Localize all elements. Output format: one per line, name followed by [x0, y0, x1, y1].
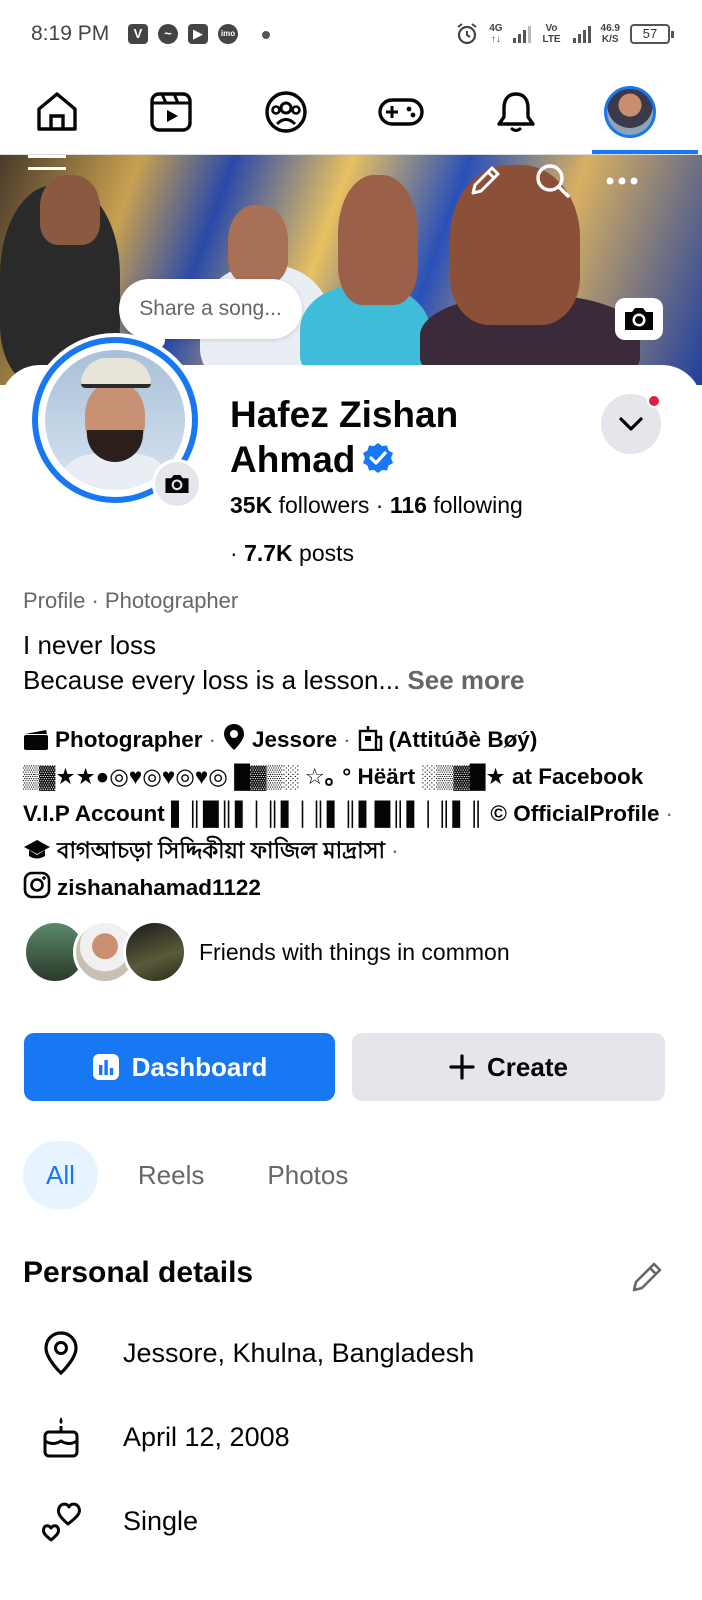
- following-count[interactable]: 116: [390, 492, 427, 518]
- detail-location: Jessore, Khulna, Bangladesh: [38, 1328, 474, 1378]
- mutual-friends[interactable]: Friends with things in common: [23, 920, 510, 984]
- verified-badge-icon: [363, 443, 394, 473]
- notification-dot-icon: [262, 31, 270, 39]
- home-icon: [37, 92, 77, 131]
- pencil-icon: [632, 1262, 662, 1292]
- intro-location: Jessore: [252, 727, 338, 752]
- intro-work: Photographer: [55, 727, 203, 752]
- camera-icon: [165, 474, 189, 494]
- detail-relationship-text: Single: [123, 1505, 199, 1536]
- followers-label[interactable]: followers: [279, 492, 370, 518]
- profile-tab[interactable]: [600, 82, 660, 142]
- cover-face-1: [40, 175, 100, 245]
- groups-icon: [265, 91, 307, 133]
- dashboard-label: Dashboard: [131, 1051, 268, 1082]
- cover-face-2: [228, 205, 288, 283]
- bio-line-2: Because every loss is a lesson... See mo…: [23, 665, 525, 695]
- following-label[interactable]: following: [433, 492, 523, 518]
- more-options-button[interactable]: [600, 159, 644, 203]
- personal-details-title: Personal details: [23, 1256, 254, 1289]
- cover-face-3: [338, 175, 418, 305]
- dashboard-icon: [92, 1054, 119, 1080]
- intro-nickname: (Attitúðè Bøý): [388, 727, 538, 752]
- intro-school: বাগআচড়া সিদ্দিকীয়া ফাজিল মাদ্রাসা: [57, 838, 386, 863]
- detail-birthday-text: April 12, 2008: [123, 1421, 290, 1452]
- groups-tab[interactable]: [256, 82, 316, 142]
- tab-photos[interactable]: Photos: [244, 1141, 371, 1209]
- building-icon: [358, 726, 382, 751]
- friends-in-common-label: Friends with things in common: [199, 938, 510, 965]
- video-icon: [150, 92, 192, 132]
- menu-icon[interactable]: [28, 155, 66, 179]
- home-tab[interactable]: [27, 82, 87, 142]
- pencil-icon: [471, 166, 500, 195]
- plus-icon: [449, 1054, 475, 1080]
- detail-relationship: Single: [38, 1496, 198, 1546]
- active-tab-indicator: [592, 150, 698, 154]
- search-icon: [536, 164, 570, 198]
- profile-stats-posts: · 7.7K posts: [230, 540, 355, 566]
- more-dots-icon: [606, 177, 638, 185]
- top-nav: [0, 70, 702, 155]
- video-tab[interactable]: [141, 82, 201, 142]
- edit-cover-button[interactable]: [463, 159, 507, 203]
- signal-icon: [512, 25, 531, 43]
- profile-bio: I never loss Because every loss is a les…: [23, 628, 683, 698]
- messenger-icon: ~: [158, 24, 178, 44]
- bell-icon: [497, 92, 535, 132]
- network-4g: 4G ↑↓: [489, 23, 503, 45]
- v-app-icon: V: [128, 24, 148, 44]
- instagram-icon: [23, 871, 51, 899]
- battery-indicator: 57: [630, 24, 674, 44]
- profile-name: Hafez Zishan Ahmad: [230, 392, 570, 482]
- create-button[interactable]: Create: [352, 1033, 665, 1101]
- imo-icon: imo: [218, 24, 238, 44]
- clapperboard-icon: [24, 730, 48, 750]
- profile-name-text: Hafez Zishan Ahmad: [230, 394, 459, 480]
- youtube-icon: ▶: [188, 24, 208, 44]
- create-label: Create: [487, 1051, 568, 1082]
- status-right: 4G ↑↓ Vo LTE 46.9 K/S 57: [455, 18, 674, 50]
- profile-category: Profile · Photographer: [23, 588, 239, 613]
- volte-label: Vo LTE: [542, 23, 561, 45]
- birthday-cake-icon: [43, 1417, 79, 1458]
- followers-count[interactable]: 35K: [230, 492, 272, 518]
- alarm-icon: [457, 23, 477, 45]
- edit-details-button[interactable]: [625, 1255, 669, 1299]
- tab-all[interactable]: All: [23, 1141, 98, 1209]
- profile-avatar: [604, 86, 656, 138]
- intro-instagram[interactable]: zishanahamad1122: [57, 875, 261, 900]
- location-pin-icon: [224, 724, 245, 750]
- posts-count: 7.7K: [244, 540, 293, 566]
- gaming-tab[interactable]: [371, 82, 431, 142]
- share-song-bubble[interactable]: Share a song...: [119, 279, 302, 349]
- content-tabs: All Reels Photos: [23, 1141, 371, 1209]
- gaming-icon: [378, 98, 424, 126]
- profile-camera-button[interactable]: [152, 459, 202, 509]
- notifications-tab[interactable]: [486, 82, 546, 142]
- location-pin-icon: [44, 1331, 78, 1376]
- signal-icon-2: [572, 25, 591, 43]
- posts-label: posts: [299, 540, 355, 566]
- graduation-cap-icon: [24, 840, 50, 859]
- intro-tagline: ▒▓★★●◎♥◎♥◎♥◎ █▓▒░ ☆｡ ° Hëärt ░▒▓█★ at Fa…: [23, 764, 660, 826]
- status-bar: 8:19 PM V ~ ▶ imo 4G ↑↓ Vo LTE 46.9 K/S 57: [0, 0, 702, 70]
- dashboard-button[interactable]: Dashboard: [24, 1033, 335, 1101]
- tab-reels[interactable]: Reels: [115, 1141, 227, 1209]
- status-time: 8:19 PM: [31, 22, 110, 45]
- detail-birthday: April 12, 2008: [38, 1412, 290, 1462]
- chevron-down-icon: [619, 417, 643, 431]
- see-more-link[interactable]: See more: [407, 665, 524, 695]
- profile-stats: 35K followers · 116 following: [230, 492, 523, 518]
- network-speed: 46.9 K/S: [600, 23, 620, 45]
- camera-icon: [625, 308, 653, 330]
- bio-line-1: I never loss: [23, 630, 156, 660]
- hearts-icon: [41, 1502, 81, 1542]
- search-button[interactable]: [531, 159, 575, 203]
- detail-location-text: Jessore, Khulna, Bangladesh: [123, 1337, 475, 1368]
- friend-avatar-3: [123, 920, 187, 984]
- dropdown-notification-dot: [647, 394, 661, 408]
- cover-camera-button[interactable]: [615, 298, 663, 340]
- profile-intro: Photographer · Jessore · (Attitúðè Bøý) ▒▓★★…: [23, 721, 683, 906]
